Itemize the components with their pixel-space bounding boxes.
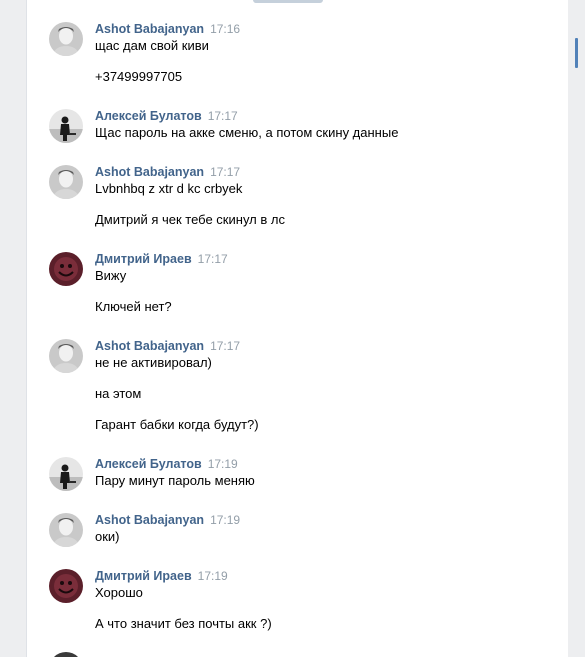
avatar[interactable]: [49, 457, 83, 491]
message-header: Ashot Babajanyan 17:19: [95, 513, 240, 527]
message-time[interactable]: 17:17: [198, 252, 228, 266]
message-time[interactable]: 17:16: [210, 22, 240, 36]
message-text: Lvbnhbq z xtr d kc crbyek: [95, 181, 243, 196]
avatar[interactable]: [49, 22, 83, 56]
message-text: не не активировал): [95, 355, 212, 370]
author-name[interactable]: Ashot Babajanyan: [95, 513, 204, 527]
author-name[interactable]: Алексей Булатов: [95, 109, 202, 123]
avatar[interactable]: [49, 252, 83, 286]
message-text: щас дам свой киви: [95, 38, 209, 53]
dmitry-avatar-icon: [49, 569, 83, 603]
avatar[interactable]: [49, 339, 83, 373]
avatar[interactable]: [49, 513, 83, 547]
chat-history-panel: Ashot Babajanyan 17:16 щас дам свой киви …: [26, 0, 570, 657]
message-header: Алексей Булатов 17:17: [95, 109, 238, 123]
message-text: А что значит без почты акк ?): [95, 616, 272, 631]
message-text: Пару минут пароль меняю: [95, 473, 255, 488]
scrollbar-thumb[interactable]: [575, 38, 578, 68]
avatar[interactable]: [49, 569, 83, 603]
author-name[interactable]: Ashot Babajanyan: [95, 339, 204, 353]
message-text: оки): [95, 529, 120, 544]
dmitry-avatar-icon: [49, 252, 83, 286]
ashot-avatar-icon: [49, 22, 83, 56]
message-text: Вижу: [95, 268, 127, 283]
message-header: Ashot Babajanyan 17:16: [95, 22, 240, 36]
author-name[interactable]: Ashot Babajanyan: [95, 165, 204, 179]
message-time[interactable]: 17:19: [210, 513, 240, 527]
header-bar-edge: [253, 0, 323, 3]
avatar[interactable]: [49, 165, 83, 199]
message-text: Дмитрий я чек тебе скинул в лс: [95, 212, 285, 227]
message-text: Гарант бабки когда будут?): [95, 417, 259, 432]
message-text: Щас пароль на акке сменю, а потом скину …: [95, 125, 399, 140]
message-header: Алексей Булатов 17:19: [95, 457, 238, 471]
author-name[interactable]: Алексей Булатов: [95, 457, 202, 471]
avatar[interactable]: [49, 109, 83, 143]
message-header: Дмитрий Ираев 17:17: [95, 252, 228, 266]
avatar[interactable]: [49, 652, 83, 657]
message-header: Ashot Babajanyan 17:17: [95, 165, 240, 179]
ashot-avatar-icon: [49, 339, 83, 373]
ashot-avatar-icon: [49, 513, 83, 547]
message-header: Дмитрий Ираев 17:19: [95, 569, 228, 583]
message-text: Хорошо: [95, 585, 143, 600]
message-time[interactable]: 17:17: [210, 339, 240, 353]
message-time[interactable]: 17:19: [198, 569, 228, 583]
scrollbar-track[interactable]: [568, 0, 585, 657]
message-time[interactable]: 17:17: [208, 109, 238, 123]
message-header: Ashot Babajanyan 17:17: [95, 339, 240, 353]
author-name[interactable]: Ashot Babajanyan: [95, 22, 204, 36]
author-name[interactable]: Дмитрий Ираев: [95, 569, 192, 583]
author-name[interactable]: Дмитрий Ираев: [95, 252, 192, 266]
ashot-avatar-icon: [49, 165, 83, 199]
message-time[interactable]: 17:17: [210, 165, 240, 179]
alexey-avatar-icon: [49, 109, 83, 143]
message-text: Ключей нет?: [95, 299, 172, 314]
alexey-avatar-icon: [49, 457, 83, 491]
message-text: на этом: [95, 386, 142, 401]
message-time[interactable]: 17:19: [208, 457, 238, 471]
message-text: +37499997705: [95, 69, 183, 84]
